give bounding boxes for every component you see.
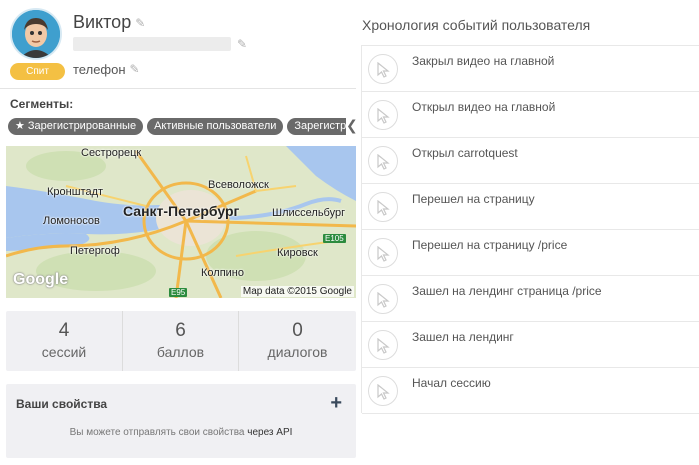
- google-logo: Google: [13, 271, 69, 288]
- properties-panel: Ваши свойства + Вы можете отправлять сво…: [6, 384, 356, 458]
- segment-tag-label: Активные пользователи: [154, 120, 277, 132]
- stat-label: сессий: [41, 344, 87, 360]
- map-attribution: Map data ©2015 Google: [240, 286, 354, 297]
- timeline-event-label: Перешел на страницу /price: [412, 238, 568, 252]
- stat-dialogs: 0 диалогов: [238, 311, 356, 371]
- pencil-icon[interactable]: ✎: [130, 62, 140, 76]
- timeline-event-label: Начал сессию: [412, 376, 491, 390]
- map-label: Кронштадт: [47, 186, 104, 198]
- map-label: Петергоф: [70, 245, 120, 257]
- timeline-event-label: Перешел на страницу: [412, 192, 535, 206]
- stat-value: 4: [58, 320, 70, 341]
- stat-points: 6 баллов: [122, 311, 238, 371]
- status-badge: Спит: [10, 63, 65, 80]
- timeline-event-label: Закрыл видео на главной: [412, 54, 555, 68]
- timeline-event-label: Зашел на лендинг страница /price: [412, 284, 602, 298]
- segment-tag[interactable]: Зарегистрированные: [287, 118, 346, 135]
- divider: [0, 88, 356, 89]
- pencil-icon[interactable]: ✎: [135, 16, 145, 30]
- timeline-event[interactable]: Начал сессию: [362, 368, 699, 414]
- properties-hint-text: Вы можете отправлять свои свойства: [69, 427, 245, 438]
- timeline-event[interactable]: Перешел на страницу /price: [362, 230, 699, 276]
- segments-list: ★ Зарегистрированные Активные пользователи…: [8, 118, 346, 136]
- timeline-event-label: Открыл carrotquest: [412, 146, 518, 160]
- map-label: Санкт-Петербург: [123, 203, 240, 219]
- api-link[interactable]: через API: [247, 427, 292, 438]
- timeline-panel: Хронология событий пользователя Закрыл в…: [361, 0, 699, 465]
- map-label: Шлиссельбург: [272, 207, 346, 219]
- properties-title: Ваши свойства: [16, 397, 108, 411]
- stats-panel: 4 сессий 6 баллов 0 диалогов: [6, 311, 356, 371]
- timeline-event-label: Открыл видео на главной: [412, 100, 556, 114]
- stat-value: 6: [175, 320, 186, 341]
- cursor-arrow-icon: [368, 330, 398, 360]
- timeline-event-label: Зашел на лендинг: [412, 330, 514, 344]
- stat-sessions: 4 сессий: [6, 311, 122, 371]
- cursor-arrow-icon: [368, 284, 398, 314]
- stat-label: диалогов: [267, 344, 328, 360]
- cursor-arrow-icon: [368, 238, 398, 268]
- road-badge: E95: [169, 288, 188, 297]
- timeline-event[interactable]: Закрыл видео на главной: [362, 46, 699, 92]
- location-map[interactable]: Сестрорецк Кронштадт Всеволожск Санкт-Пе…: [6, 146, 356, 298]
- cursor-arrow-icon: [368, 146, 398, 176]
- timeline-event[interactable]: Зашел на лендинг страница /price: [362, 276, 699, 322]
- segment-tag-label: Зарегистрированные: [27, 120, 137, 132]
- user-avatar-icon: [10, 8, 62, 60]
- stat-label: баллов: [156, 344, 205, 360]
- map-label: Ломоносов: [43, 215, 100, 227]
- cursor-arrow-icon: [368, 54, 398, 84]
- timeline-event[interactable]: Открыл carrotquest: [362, 138, 699, 184]
- chevron-left-icon[interactable]: ❮: [346, 117, 358, 134]
- segment-tag[interactable]: ★ Зарегистрированные: [8, 118, 144, 135]
- email-field-redacted: [73, 37, 231, 51]
- map-label: Колпино: [201, 267, 244, 279]
- segments-title: Сегменты:: [10, 97, 74, 111]
- phone-placeholder: телефон: [73, 62, 126, 77]
- star-icon: ★: [15, 120, 25, 132]
- cursor-arrow-icon: [368, 376, 398, 406]
- cursor-arrow-icon: [368, 100, 398, 130]
- user-name-text: Виктор: [73, 12, 132, 32]
- map-label: Сестрорецк: [81, 147, 142, 159]
- phone-field[interactable]: телефон ✎: [73, 62, 140, 77]
- timeline-list: Закрыл видео на главной Открыл видео на …: [361, 45, 699, 414]
- timeline-event[interactable]: Зашел на лендинг: [362, 322, 699, 368]
- timeline-event[interactable]: Перешел на страницу: [362, 184, 699, 230]
- properties-hint: Вы можете отправлять свои свойства через…: [6, 427, 356, 438]
- map-label: Всеволожск: [208, 179, 269, 191]
- segment-tag[interactable]: Активные пользователи: [147, 118, 284, 135]
- timeline-event[interactable]: Открыл видео на главной: [362, 92, 699, 138]
- cursor-arrow-icon: [368, 192, 398, 222]
- road-badge: E105: [323, 234, 346, 243]
- user-name: Виктор ✎: [73, 12, 145, 33]
- stat-value: 0: [292, 320, 303, 341]
- map-label: Кировск: [277, 247, 318, 259]
- segment-tag-label: Зарегистрированные: [294, 120, 346, 132]
- pencil-icon[interactable]: ✎: [237, 37, 247, 51]
- user-profile-panel: Виктор ✎ ✎ Спит телефон ✎ Сегменты: ★ Зарег…: [0, 0, 362, 465]
- timeline-title: Хронология событий пользователя: [362, 17, 591, 33]
- plus-icon[interactable]: +: [330, 392, 342, 415]
